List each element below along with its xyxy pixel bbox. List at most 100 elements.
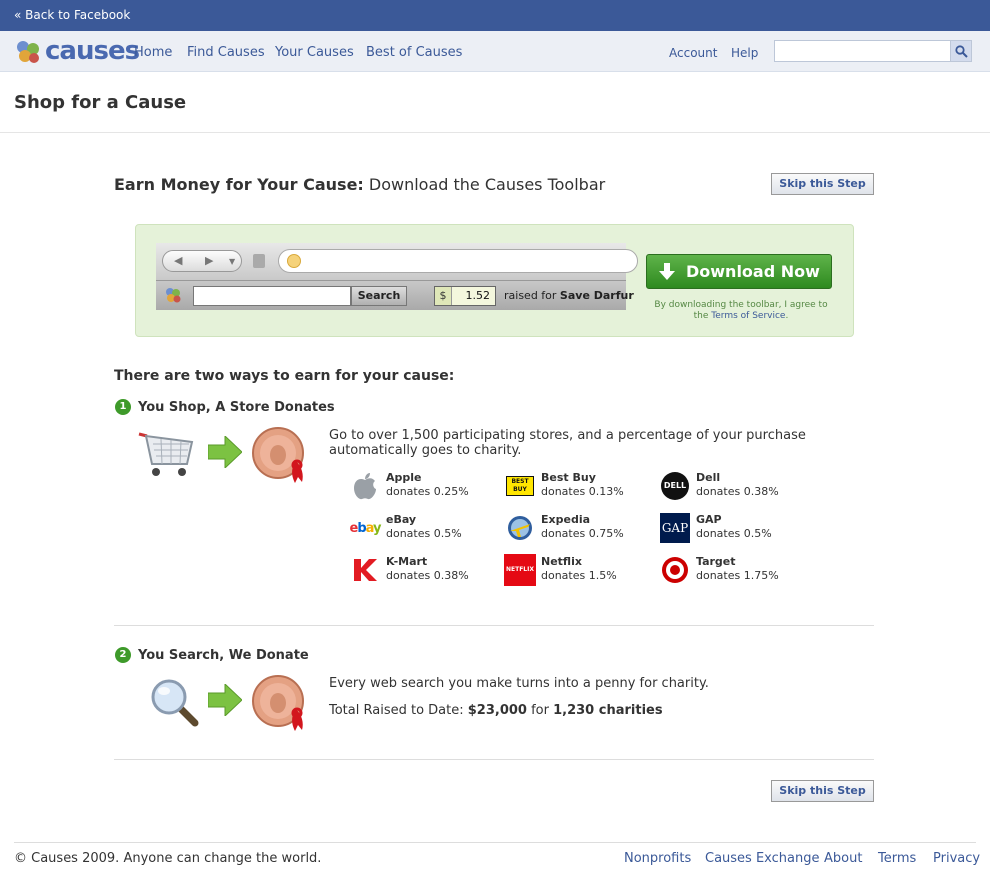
top-bar: « Back to Facebook — [0, 0, 990, 31]
download-now-button[interactable]: Download Now — [646, 254, 832, 289]
total-middle: for — [526, 703, 554, 718]
bestbuy-logo-icon: BEST BUY — [504, 470, 536, 502]
ebay-logo-icon: ebay — [349, 520, 382, 536]
store-name: Dell — [696, 471, 721, 484]
footer-divider — [14, 842, 976, 843]
download-terms-note: By downloading the toolbar, I agree to t… — [646, 300, 836, 322]
store-dell[interactable]: DELL Dell donates 0.38% — [659, 470, 809, 502]
copyright-text: © Causes 2009. Anyone can change the wor… — [14, 851, 322, 866]
toolbar-search-field — [193, 286, 351, 306]
store-target[interactable]: Target donates 1.75% — [659, 554, 809, 586]
nav-best-of-causes[interactable]: Best of Causes — [366, 45, 462, 60]
store-name: K-Mart — [386, 555, 428, 568]
target-logo-icon — [659, 554, 691, 586]
total-prefix: Total Raised to Date: — [329, 703, 468, 718]
step-2-number: 2 — [115, 647, 131, 663]
green-arrow-icon — [208, 684, 242, 716]
store-gap[interactable]: GAP GAP donates 0.5% — [659, 512, 809, 544]
step-2-title-text: You Search, We Donate — [138, 647, 309, 663]
terms-of-service-link[interactable]: Terms of Service — [711, 311, 785, 321]
footer-terms-link[interactable]: Terms — [878, 851, 916, 866]
total-amount: $23,000 — [467, 703, 527, 718]
section-divider — [114, 625, 874, 626]
page-icon — [287, 254, 301, 268]
total-raised: Total Raised to Date: $23,000 for 1,230 … — [329, 703, 663, 718]
store-name: eBay — [386, 513, 417, 526]
store-donation: donates 0.25% — [386, 485, 469, 498]
search-button[interactable] — [950, 41, 971, 61]
footer-about-link[interactable]: About — [824, 851, 862, 866]
penny-ribbon-icon — [252, 427, 304, 483]
toolbar-preview: ◀ ▶ ▼ Search $ 1.52 raised for Save Darf… — [156, 243, 638, 310]
store-ebay[interactable]: ebay eBay donates 0.5% — [349, 512, 499, 544]
nav-help[interactable]: Help — [731, 46, 758, 60]
nav-account[interactable]: Account — [669, 46, 717, 60]
nav-your-causes[interactable]: Your Causes — [275, 45, 354, 60]
netflix-logo-icon: NETFLIX — [504, 554, 536, 586]
amount-value: 1.52 — [465, 289, 491, 302]
causes-logo[interactable]: causes — [14, 37, 140, 65]
store-name: GAP — [696, 513, 722, 526]
step-1-title-text: You Shop, A Store Donates — [138, 399, 335, 415]
green-arrow-icon — [208, 436, 242, 468]
expedia-logo-icon — [504, 512, 536, 544]
gap-logo-icon: GAP — [659, 512, 691, 544]
step-1-description: Go to over 1,500 participating stores, a… — [329, 428, 806, 458]
causes-people-icon — [17, 41, 39, 63]
store-donation: donates 0.5% — [386, 527, 462, 540]
store-donation: donates 0.75% — [541, 527, 624, 540]
skip-step-button-top[interactable]: Skip this Step — [771, 173, 874, 195]
store-name: Target — [696, 555, 736, 568]
browser-nav-buttons: ◀ ▶ ▼ — [162, 250, 242, 272]
step-2-description: Every web search you make turns into a p… — [329, 676, 709, 691]
earn-heading-bold: Earn Money for Your Cause: — [114, 175, 364, 194]
download-now-label: Download Now — [686, 262, 820, 281]
store-name: Apple — [386, 471, 422, 484]
store-best-buy[interactable]: BEST BUY Best Buy donates 0.13% — [504, 470, 654, 502]
bookmark-icon — [253, 254, 265, 268]
skip-step-button-bottom[interactable]: Skip this Step — [771, 780, 874, 802]
store-name: Best Buy — [541, 471, 596, 484]
nav-find-causes[interactable]: Find Causes — [187, 45, 265, 60]
store-donation: donates 0.5% — [696, 527, 772, 540]
toolbar-promo-panel: ◀ ▶ ▼ Search $ 1.52 raised for Save Darf… — [135, 224, 854, 337]
footer-causes-exchange-link[interactable]: Causes Exchange — [705, 851, 819, 866]
browser-chrome: ◀ ▶ ▼ — [156, 243, 638, 281]
nav-bar: causes Home Find Causes Your Causes Best… — [0, 31, 990, 72]
page-title: Shop for a Cause — [14, 92, 187, 113]
shopping-cart-icon — [138, 432, 194, 476]
search-input[interactable] — [775, 41, 951, 61]
header-search — [774, 40, 972, 62]
url-bar — [278, 249, 638, 273]
store-kmart[interactable]: K-Mart donates 0.38% — [349, 554, 499, 586]
dropdown-arrow-icon: ▼ — [229, 257, 236, 266]
store-name: Netflix — [541, 555, 582, 568]
raised-cause: Save Darfur — [559, 289, 634, 302]
store-donation: donates 0.38% — [386, 569, 469, 582]
toolbar-amount-box: $ 1.52 — [434, 286, 496, 306]
back-to-facebook-link[interactable]: « Back to Facebook — [14, 8, 130, 22]
search-icon — [954, 44, 968, 58]
store-donation: donates 0.13% — [541, 485, 624, 498]
store-apple[interactable]: Apple donates 0.25% — [349, 470, 499, 502]
step-1-number: 1 — [115, 399, 131, 415]
store-donation: donates 1.5% — [541, 569, 617, 582]
store-netflix[interactable]: NETFLIX Netflix donates 1.5% — [504, 554, 654, 586]
store-name: Expedia — [541, 513, 591, 526]
toolbar-search-button: Search — [351, 286, 407, 306]
magnifier-icon — [151, 679, 199, 727]
penny-ribbon-icon — [252, 675, 304, 731]
total-charities: 1,230 charities — [553, 703, 663, 718]
footer-nonprofits-link[interactable]: Nonprofits — [624, 851, 691, 866]
ways-heading: There are two ways to earn for your caus… — [114, 368, 455, 384]
step-2-title: 2 You Search, We Donate — [115, 647, 309, 663]
currency-symbol: $ — [435, 287, 452, 305]
apple-logo-icon — [349, 470, 381, 502]
nav-home[interactable]: Home — [134, 45, 172, 60]
footer-privacy-link[interactable]: Privacy — [933, 851, 980, 866]
step-1-title: 1 You Shop, A Store Donates — [115, 399, 335, 415]
raised-prefix: raised for — [504, 289, 560, 302]
download-arrow-icon — [659, 262, 675, 280]
store-donation: donates 1.75% — [696, 569, 779, 582]
store-expedia[interactable]: Expedia donates 0.75% — [504, 512, 654, 544]
